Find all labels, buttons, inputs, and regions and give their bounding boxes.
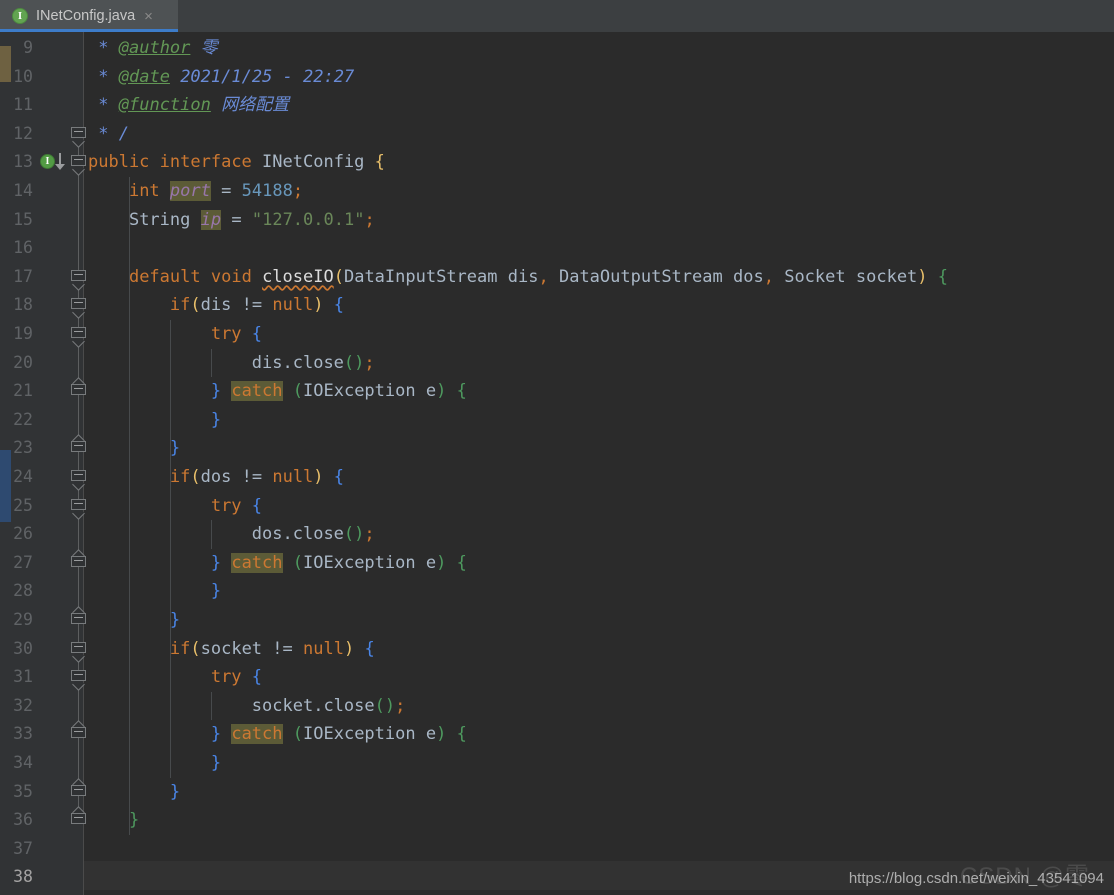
line-number: 28 <box>13 581 33 601</box>
fold-end-marker[interactable] <box>71 720 86 742</box>
line-number: 27 <box>13 552 33 572</box>
line-number: 23 <box>13 438 33 458</box>
close-icon[interactable]: × <box>144 9 153 24</box>
fold-start-marker[interactable] <box>71 269 86 291</box>
code-line[interactable]: } catch (IOException e) { <box>88 549 467 578</box>
fold-end-marker[interactable] <box>71 434 86 456</box>
fold-start-marker[interactable] <box>71 126 86 148</box>
line-number: 9 <box>23 38 33 57</box>
code-line[interactable]: } <box>88 434 180 463</box>
fold-end-marker[interactable] <box>71 548 86 571</box>
fold-end-marker[interactable] <box>71 806 86 828</box>
watermark-url: https://blog.csdn.net/weixin_43541094 <box>848 870 1104 887</box>
editor-tab-inetconfig[interactable]: I INetConfig.java × <box>0 0 178 32</box>
code-line[interactable]: * / <box>88 120 129 149</box>
line-number: 34 <box>13 753 33 772</box>
editor-tab-label: INetConfig.java <box>36 8 136 24</box>
code-line[interactable]: } <box>88 778 180 807</box>
code-line[interactable]: try { <box>88 320 262 349</box>
code-line[interactable]: if(dos != null) { <box>88 463 344 492</box>
fold-start-marker[interactable] <box>71 641 86 663</box>
line-number: 17 <box>13 266 33 286</box>
line-number: 24 <box>13 467 33 486</box>
code-line[interactable]: * @author 零 <box>88 34 217 63</box>
line-number: 36 <box>13 810 33 830</box>
code-line[interactable]: dos.close(); <box>88 520 375 549</box>
line-number: 38 <box>13 867 33 887</box>
code-line[interactable]: } <box>88 606 180 635</box>
code-line[interactable]: } catch (IOException e) { <box>88 720 467 749</box>
line-number: 22 <box>13 409 33 429</box>
code-line[interactable]: } <box>88 749 221 778</box>
line-number: 13 <box>13 152 33 172</box>
fold-start-marker[interactable] <box>71 327 86 348</box>
line-number: 25 <box>13 495 33 515</box>
code-line[interactable]: dis.close(); <box>88 349 375 378</box>
code-line[interactable]: } <box>88 806 139 835</box>
line-number: 33 <box>13 724 33 744</box>
fold-end-marker[interactable] <box>71 377 86 399</box>
line-number: 37 <box>13 838 33 858</box>
code-line[interactable]: } catch (IOException e) { <box>88 377 467 406</box>
interface-icon: I <box>12 8 28 24</box>
code-editor[interactable]: 9 10 11 12 13 14 15 16 17 18 19 20 21 22 23 24 25 26 27 28 2… <box>0 32 1114 895</box>
code-line[interactable]: * @function 网络配置 <box>88 91 289 120</box>
code-line[interactable]: String ip = "127.0.0.1"; <box>88 206 375 235</box>
ide-editor-window: I INetConfig.java × 9 10 11 12 13 14 15 16 17 18 1… <box>0 0 1114 895</box>
line-number: 11 <box>13 95 33 115</box>
fold-start-marker[interactable] <box>71 498 86 520</box>
code-line[interactable]: } <box>88 406 221 435</box>
line-number: 16 <box>13 238 33 258</box>
fold-start-marker[interactable] <box>71 470 86 491</box>
line-number: 20 <box>13 352 33 372</box>
implemented-by-icon[interactable]: I <box>40 152 70 172</box>
line-number: 35 <box>13 781 33 801</box>
code-line[interactable]: socket.close(); <box>88 692 406 721</box>
fold-start-marker[interactable] <box>71 298 86 320</box>
line-number: 21 <box>13 381 33 401</box>
code-line[interactable]: try { <box>88 663 262 692</box>
code-surface[interactable]: * @author 零 * @date 2021/1/25 - 22:27 * … <box>84 32 1114 895</box>
fold-start-marker[interactable] <box>71 155 86 177</box>
editor-tab-bar: I INetConfig.java × <box>0 0 1114 32</box>
line-number: 19 <box>13 324 33 343</box>
line-number: 30 <box>13 638 33 658</box>
line-number: 32 <box>13 695 33 715</box>
line-number: 12 <box>13 123 33 143</box>
fold-start-marker[interactable] <box>71 670 86 692</box>
code-line[interactable]: if(dis != null) { <box>88 291 344 320</box>
code-line[interactable]: * @date 2021/1/25 - 22:27 <box>88 63 354 92</box>
line-number: 26 <box>13 524 33 544</box>
code-line[interactable]: } <box>88 577 221 606</box>
code-line[interactable]: public interface INetConfig { <box>88 148 385 177</box>
line-number: 29 <box>13 610 33 629</box>
code-line[interactable]: default void closeIO(DataInputStream dis… <box>88 263 948 292</box>
code-line[interactable]: int port = 54188; <box>88 177 303 206</box>
fold-end-marker[interactable] <box>71 606 86 628</box>
code-line[interactable]: try { <box>88 492 262 521</box>
line-number: 14 <box>13 181 33 200</box>
code-line[interactable]: if(socket != null) { <box>88 635 375 664</box>
line-number: 10 <box>13 66 33 86</box>
line-number: 31 <box>13 667 33 687</box>
fold-end-marker[interactable] <box>71 777 86 800</box>
line-number: 15 <box>13 209 33 229</box>
line-number: 18 <box>13 295 33 315</box>
